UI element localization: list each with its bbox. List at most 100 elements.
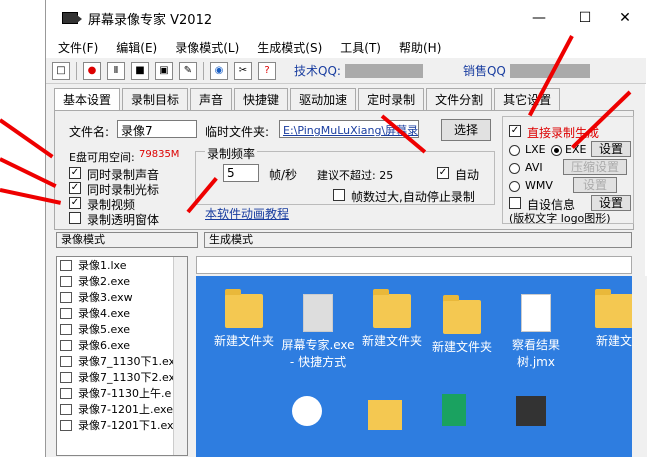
list-item[interactable]: 录像3.exw <box>57 289 187 305</box>
filename-label: 文件名: <box>69 125 110 139</box>
list-item[interactable]: 录像6.exe <box>57 337 187 353</box>
tab-hotkey[interactable]: 快捷键 <box>234 88 289 110</box>
toolbar-separator <box>76 61 77 80</box>
desktop-item-label: 屏幕专家.exe - 快捷方式 <box>281 338 355 369</box>
lxe-radio[interactable] <box>509 145 520 156</box>
menu-edit[interactable]: 编辑(E) <box>116 39 157 56</box>
list-item[interactable]: 录像7_1130下1.ex <box>57 353 187 369</box>
compress-settings-button[interactable]: 压缩设置 <box>563 159 627 175</box>
file-name: 录像2.exe <box>78 275 131 288</box>
rec-transparent-label: 录制透明窗体 <box>87 213 160 227</box>
tab-sound[interactable]: 声音 <box>190 88 233 110</box>
menu-help[interactable]: 帮助(H) <box>399 39 441 56</box>
rec-cursor-checkbox[interactable]: ✓ <box>69 182 81 194</box>
record-mode-header[interactable]: 录像模式 <box>56 232 198 248</box>
rec-video-checkbox[interactable]: ✓ <box>69 197 81 209</box>
fps-input[interactable]: 5 <box>223 164 259 182</box>
globe-icon[interactable]: ◉ <box>210 61 228 80</box>
tutorial-link[interactable]: 本软件动画教程 <box>205 205 289 222</box>
file-name: 录像7_1130下1.ex <box>78 355 176 368</box>
list-item[interactable]: 录像7-1201上.exe <box>57 401 187 417</box>
auto-stop-label: 帧数过大,自动停止录制 <box>351 190 475 204</box>
fps-unit: 帧/秒 <box>269 168 298 182</box>
desktop-item-label: 新建文件夹 <box>361 334 422 348</box>
frame-rate-title: 录制频率 <box>205 145 258 162</box>
file-icon <box>60 259 72 271</box>
sales-qq-label: 销售QQ <box>462 64 506 78</box>
tech-qq-redacted <box>344 63 423 78</box>
window-icon <box>60 339 72 351</box>
pause-icon[interactable]: Ⅱ <box>107 61 125 80</box>
menu-gen-mode[interactable]: 生成模式(S) <box>257 39 322 56</box>
camera-tool-icon[interactable]: ▣ <box>155 61 173 80</box>
spreadsheet-icon <box>442 394 466 426</box>
desktop-item: 屏幕专家.exe - 快捷方式 <box>278 294 358 370</box>
disk-space-value: 79835M <box>139 149 180 160</box>
file-list[interactable]: 录像1.lxe 录像2.exe 录像3.exw 录像4.exe 录像5.exe … <box>56 256 188 456</box>
rec-audio-checkbox[interactable]: ✓ <box>69 167 81 179</box>
avi-radio[interactable] <box>509 163 520 174</box>
menu-file[interactable]: 文件(F) <box>58 39 98 56</box>
file-name: 录像3.exw <box>78 291 133 304</box>
document-icon <box>521 294 551 332</box>
wmv-settings-button[interactable]: 设置 <box>573 177 617 193</box>
list-item[interactable]: 录像7-1201下1.ex <box>57 417 187 433</box>
tab-other[interactable]: 其它设置 <box>494 88 561 110</box>
close-button[interactable]: ✕ <box>602 0 648 36</box>
disk-space-label: E盘可用空间: <box>69 151 135 164</box>
desktop-item: 察看结果树.jmx <box>496 294 576 370</box>
wmv-radio[interactable] <box>509 181 520 192</box>
exe-settings-button[interactable]: 设置 <box>591 141 631 157</box>
menu-bar: 文件(F) 编辑(E) 录像模式(L) 生成模式(S) 工具(T) 帮助(H) <box>46 36 646 58</box>
gen-mode-header[interactable]: 生成模式 <box>204 232 632 248</box>
rec-transparent-checkbox[interactable] <box>69 212 81 224</box>
list-item[interactable]: 录像1.lxe <box>57 257 187 273</box>
info-settings-button[interactable]: 设置 <box>591 195 631 211</box>
choose-button[interactable]: 选择 <box>441 119 491 141</box>
direct-gen-checkbox[interactable]: ✓ <box>509 125 521 137</box>
window-icon <box>60 355 72 367</box>
list-item[interactable]: 录像7_1130下2.ex <box>57 369 187 385</box>
suggest-label: 建议不超过: 25 <box>317 169 394 182</box>
list-item[interactable]: 录像4.exe <box>57 305 187 321</box>
auto-label: 自动 <box>455 168 480 182</box>
pen-icon[interactable]: ✎ <box>179 61 197 80</box>
filename-input[interactable]: 录像7 <box>117 120 197 138</box>
window-icon <box>60 307 72 319</box>
list-item[interactable]: 录像5.exe <box>57 321 187 337</box>
menu-tools[interactable]: 工具(T) <box>340 39 381 56</box>
minimize-button[interactable]: — <box>516 0 562 36</box>
folder-icon <box>225 289 263 328</box>
tab-target[interactable]: 录制目标 <box>122 88 189 110</box>
file-name: 录像1.lxe <box>78 259 127 272</box>
list-item[interactable]: 录像7-1130上午.e <box>57 385 187 401</box>
desktop-item: 新建文件夹 <box>352 289 432 349</box>
avi-label: AVI <box>525 161 543 174</box>
tab-basic[interactable]: 基本设置 <box>54 88 121 110</box>
menu-record-mode[interactable]: 录像模式(L) <box>175 39 239 56</box>
tab-split[interactable]: 文件分割 <box>426 88 493 110</box>
tab-schedule[interactable]: 定时录制 <box>358 88 425 110</box>
auto-checkbox[interactable]: ✓ <box>437 167 449 179</box>
preview-scrollbar[interactable] <box>633 276 647 457</box>
exe-radio[interactable] <box>551 145 562 156</box>
window-icon <box>60 419 72 431</box>
title-bar: 屏幕录像专家 V2012 — ☐ ✕ <box>46 0 646 36</box>
tempdir-label: 临时文件夹: <box>205 125 270 139</box>
window-title: 屏幕录像专家 V2012 <box>88 12 213 28</box>
gen-mode-group: ✓ 直接录制生成 LXE EXE 设置 AVI 压缩设置 WMV 设置 自设信息… <box>502 116 634 225</box>
help-icon[interactable]: ? <box>258 61 276 80</box>
stop-icon[interactable]: ■ <box>131 61 149 80</box>
file-list-scrollbar[interactable] <box>173 257 187 455</box>
file-name: 录像5.exe <box>78 323 131 336</box>
window-icon <box>60 387 72 399</box>
auto-info-checkbox[interactable] <box>509 197 521 209</box>
auto-stop-checkbox[interactable] <box>333 189 345 201</box>
caption-label: (版权文字 logo图形) <box>509 212 611 225</box>
tool-icon[interactable]: ✂ <box>234 61 252 80</box>
record-icon[interactable]: ● <box>83 61 101 80</box>
app-icon <box>292 396 322 426</box>
tab-driver[interactable]: 驱动加速 <box>290 88 357 110</box>
list-item[interactable]: 录像2.exe <box>57 273 187 289</box>
new-icon[interactable]: □ <box>52 61 70 80</box>
